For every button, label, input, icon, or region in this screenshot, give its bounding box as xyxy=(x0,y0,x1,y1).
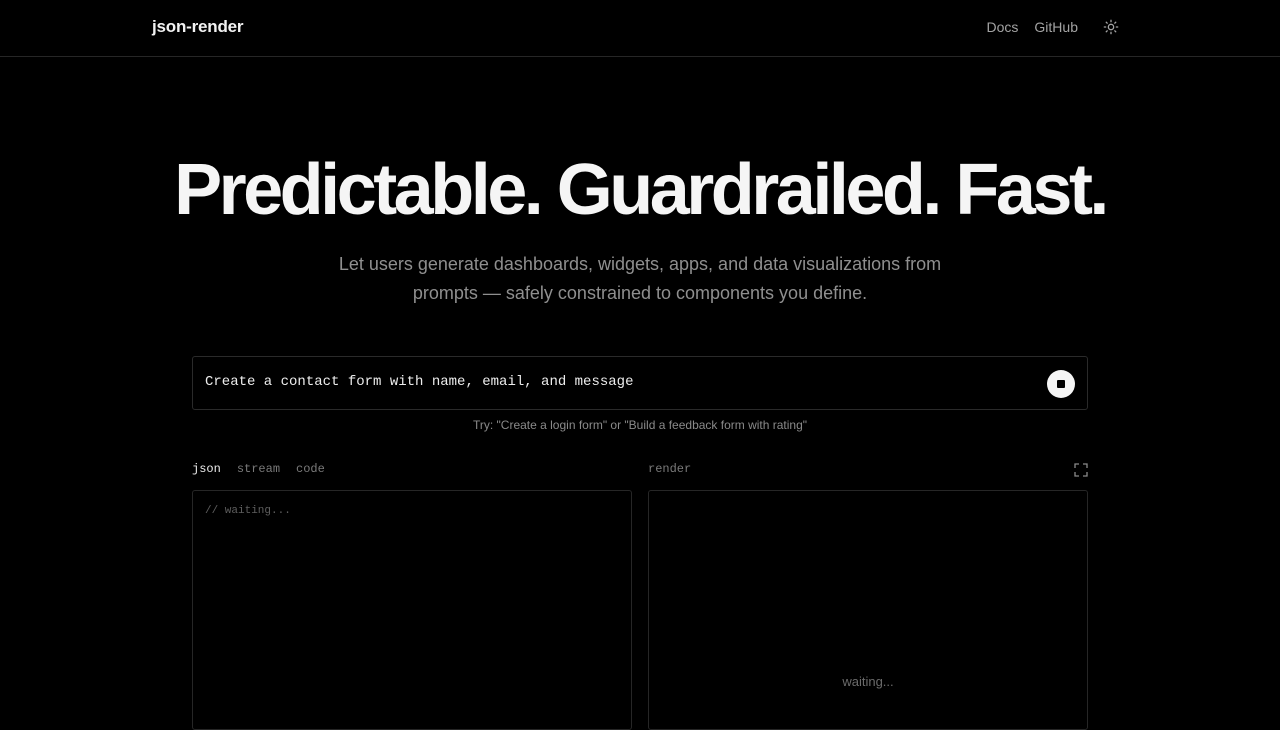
prompt-input-value[interactable]: Create a contact form with name, email, … xyxy=(205,374,633,390)
hero-title: Predictable. Guardrailed. Fast. xyxy=(174,150,1109,230)
nav-link-docs[interactable]: Docs xyxy=(987,19,1019,35)
output-tabs: json stream code xyxy=(192,462,325,476)
tab-json[interactable]: json xyxy=(192,462,221,476)
json-output-panel[interactable]: // waiting... xyxy=(192,490,632,730)
tab-stream[interactable]: stream xyxy=(237,462,280,476)
brand-logo[interactable]: json-render xyxy=(152,17,244,37)
render-label: render xyxy=(648,462,692,476)
code-placeholder: // waiting... xyxy=(205,505,291,517)
expand-icon xyxy=(1074,463,1088,477)
stop-generation-button[interactable] xyxy=(1047,370,1075,398)
fullscreen-button[interactable] xyxy=(1074,463,1088,477)
nav-links: Docs GitHub xyxy=(987,18,1120,36)
nav-link-github[interactable]: GitHub xyxy=(1034,19,1078,35)
top-navigation-bar: json-render Docs GitHub xyxy=(0,0,1280,57)
theme-toggle-button[interactable] xyxy=(1102,18,1120,36)
hero-subtitle: Let users generate dashboards, widgets, … xyxy=(338,254,942,303)
prompt-input[interactable]: Create a contact form with name, email, … xyxy=(192,356,1088,410)
sun-icon xyxy=(1103,19,1119,35)
render-preview-panel[interactable]: waiting... xyxy=(648,490,1088,730)
tab-code[interactable]: code xyxy=(296,462,325,476)
render-waiting-text: waiting... xyxy=(842,674,894,689)
stop-icon xyxy=(1057,380,1065,388)
prompt-hint: Try: "Create a login form" or "Build a f… xyxy=(472,418,808,432)
